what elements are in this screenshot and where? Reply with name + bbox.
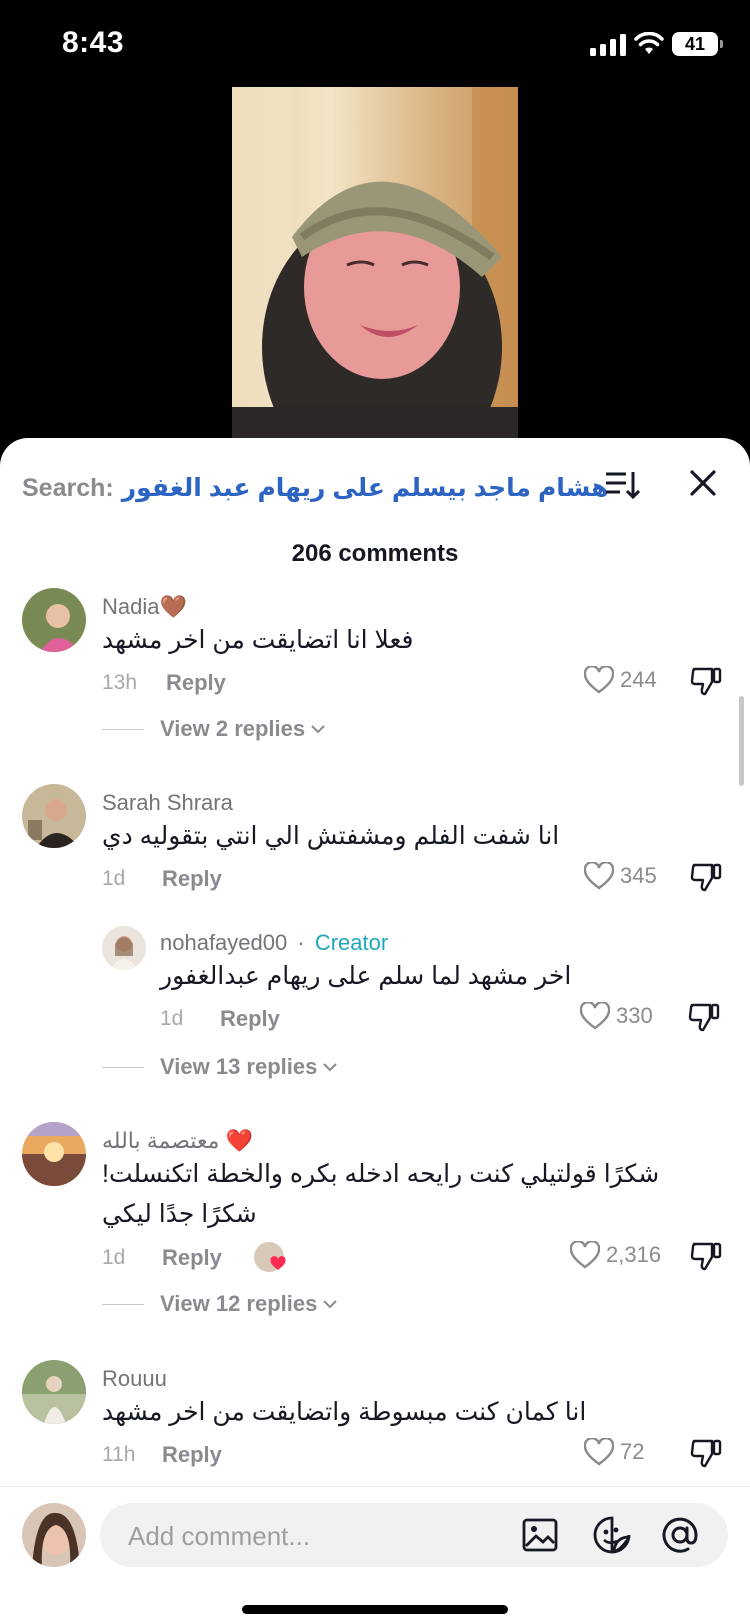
battery-indicator: 41 (672, 32, 723, 56)
comment-text: انا شفت الفلم ومشفتش الي انتي بتقوليه دي (102, 822, 560, 850)
like-count: 330 (616, 1003, 653, 1028)
chevron-down-icon (323, 1300, 338, 1309)
search-query-link[interactable]: هشام ماجد بيسلم على ريهام عبد الغفور (122, 473, 609, 503)
like-count: 72 (620, 1439, 645, 1464)
status-time: 8:43 (62, 26, 125, 59)
avatar[interactable] (22, 588, 86, 652)
reply-button[interactable]: Reply (162, 1245, 222, 1271)
heart-icon (570, 1241, 600, 1269)
avatar[interactable] (22, 1360, 86, 1424)
comment-text: شكرًا قولتيلي كنت رايحه ادخله بكره والخط… (102, 1160, 660, 1228)
status-bar: 8:43 41 (0, 0, 750, 90)
my-avatar[interactable] (22, 1503, 86, 1567)
heart-icon (584, 862, 614, 890)
comment-composer: Add comment... (0, 1486, 750, 1624)
comment-time: 11h (102, 1443, 136, 1466)
sticker-icon[interactable] (592, 1515, 632, 1555)
reply-button[interactable]: Reply (162, 1442, 222, 1468)
comment-time: 13h (102, 671, 138, 694)
search-suggestion[interactable]: Search: هشام ماجد بيسلم على ريهام عبد ال… (22, 468, 608, 508)
divider (102, 1303, 144, 1305)
heart-icon (270, 1256, 286, 1270)
comment-username[interactable]: Rouuu (102, 1366, 167, 1392)
like-button[interactable]: 72 (584, 1438, 644, 1466)
home-indicator[interactable] (242, 1605, 508, 1614)
comment-time: 1d (102, 867, 126, 890)
comment-text: اخر مشهد لما سلم على ريهام عبدالغفور (160, 962, 572, 990)
scrollbar[interactable] (739, 696, 744, 786)
creator-liked-badge (254, 1242, 286, 1272)
like-button[interactable]: 244 (584, 666, 657, 694)
comment-time: 1d (160, 1007, 184, 1030)
dislike-icon[interactable] (690, 666, 722, 696)
chevron-down-icon (311, 725, 325, 734)
view-replies-button[interactable]: View 2 replies (102, 716, 327, 742)
heart-icon (584, 666, 614, 694)
avatar[interactable] (22, 784, 86, 848)
like-button[interactable]: 330 (580, 1002, 653, 1030)
heart-icon (584, 1438, 614, 1466)
separator-dot: · (297, 930, 305, 955)
view-replies-label: View 12 replies (160, 1291, 318, 1316)
video-preview[interactable] (232, 87, 518, 447)
like-button[interactable]: 345 (584, 862, 657, 890)
comment-text: فعلا انا اتضايقت من اخر مشهد (102, 626, 414, 654)
comment-username[interactable]: معتصمة بالله ❤️ (102, 1128, 253, 1154)
dislike-icon[interactable] (690, 1438, 722, 1468)
close-icon[interactable] (688, 468, 718, 498)
like-count: 2,316 (606, 1242, 662, 1267)
heart-icon (580, 1002, 610, 1030)
wifi-icon (634, 32, 664, 54)
avatar[interactable] (102, 926, 146, 970)
divider (102, 728, 144, 730)
divider (102, 1066, 144, 1068)
view-replies-label: View 13 replies (160, 1054, 318, 1079)
like-count: 345 (620, 863, 657, 888)
avatar[interactable] (22, 1122, 86, 1186)
view-replies-label: View 2 replies (160, 716, 306, 741)
comment-text: انا كمان كنت مبسوطة واتضايقت من اخر مشهد (102, 1398, 587, 1426)
comment-username[interactable]: nohafayed00 (160, 930, 287, 955)
chevron-down-icon (323, 1063, 338, 1072)
search-prefix: Search: (22, 473, 114, 502)
dislike-icon[interactable] (688, 1002, 720, 1032)
video-frame-image (232, 87, 518, 447)
view-replies-button[interactable]: View 12 replies (102, 1291, 339, 1317)
comments-sheet: Search: هشام ماجد بيسلم على ريهام عبد ال… (0, 438, 750, 1624)
view-replies-button[interactable]: View 13 replies (102, 1054, 339, 1080)
comment-input[interactable]: Add comment... (100, 1503, 728, 1567)
dislike-icon[interactable] (690, 862, 722, 892)
comment-time: 1d (102, 1246, 126, 1269)
like-button[interactable]: 2,316 (570, 1241, 661, 1269)
comment-username-row: nohafayed00 · Creator (160, 930, 388, 956)
comments-count: 206 comments (291, 540, 459, 567)
dislike-icon[interactable] (690, 1241, 722, 1271)
image-icon[interactable] (520, 1515, 560, 1555)
sort-icon[interactable] (606, 470, 640, 500)
reply-button[interactable]: Reply (220, 1006, 280, 1032)
mention-icon[interactable] (660, 1515, 700, 1555)
comment-input-placeholder: Add comment... (128, 1521, 311, 1551)
cellular-signal-icon (590, 34, 626, 56)
creator-badge: Creator (314, 930, 389, 955)
comment-username[interactable]: Nadia🤎 (102, 594, 187, 620)
like-count: 244 (620, 667, 657, 692)
reply-button[interactable]: Reply (162, 866, 222, 892)
comment-username[interactable]: Sarah Shrara (102, 790, 233, 816)
reply-button[interactable]: Reply (166, 670, 226, 696)
